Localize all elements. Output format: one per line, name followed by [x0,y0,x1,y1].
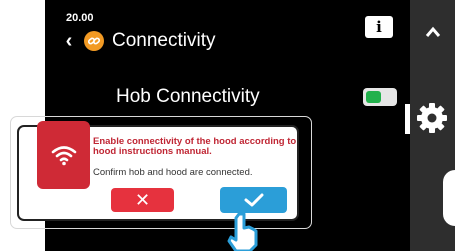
gear-icon [417,103,447,133]
dialog-badge [37,121,90,189]
link-icon [84,31,104,51]
hob-connectivity-toggle[interactable] [363,88,397,106]
settings-button[interactable] [415,101,449,135]
chevron-up-icon [425,26,440,37]
active-marker [405,104,410,134]
info-icon: i [376,18,382,36]
clock-time: 20.00 [66,12,94,24]
dialog-message-secondary: Confirm hob and hood are connected. [93,167,253,178]
page-title: Connectivity [112,30,216,51]
setting-label: Hob Connectivity [116,86,260,107]
side-handle[interactable] [443,170,455,226]
pointer-hand-icon [227,212,258,251]
check-icon [244,193,263,207]
scroll-up-button[interactable] [410,16,455,46]
wifi-icon [51,146,76,166]
dialog-message-primary: Enable connectivity of the hood accordin… [93,136,297,157]
back-button[interactable]: ‹ [62,31,76,51]
toggle-knob [366,91,381,103]
cancel-button[interactable]: ✕ [111,188,174,212]
header: ‹ Connectivity [62,30,216,52]
close-icon: ✕ [134,189,151,210]
confirm-button[interactable] [220,187,287,213]
info-button[interactable]: i [365,16,393,38]
chevron-left-icon: ‹ [65,30,73,52]
